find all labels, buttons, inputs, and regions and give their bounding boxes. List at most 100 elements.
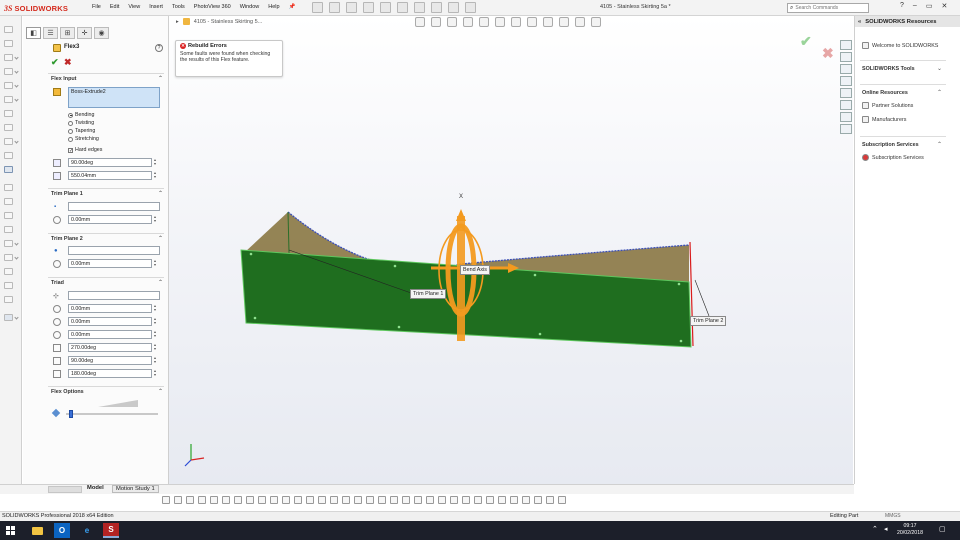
intersect-tool-icon[interactable] — [450, 496, 458, 504]
save-icon[interactable] — [363, 2, 374, 13]
stretching-radio[interactable]: Stretching — [68, 136, 99, 142]
split-tool-icon[interactable] — [426, 496, 434, 504]
units-selector[interactable]: MMGS — [885, 513, 901, 519]
accuracy-slider-track[interactable] — [66, 413, 158, 415]
flex-tool-icon[interactable] — [486, 496, 494, 504]
twisting-radio[interactable]: Twisting — [68, 120, 94, 126]
curves-tool-icon[interactable] — [366, 496, 374, 504]
search-input[interactable] — [795, 5, 856, 11]
chamfer-tool-icon[interactable] — [246, 496, 254, 504]
line-icon[interactable] — [4, 54, 13, 61]
convert-entities-icon[interactable] — [4, 198, 13, 205]
appearances-tab-icon[interactable] — [840, 88, 852, 98]
rib-tool-icon[interactable] — [270, 496, 278, 504]
flex-icon[interactable] — [4, 166, 13, 173]
hole-tool-icon[interactable] — [318, 496, 326, 504]
file-properties-icon[interactable] — [448, 2, 459, 13]
fillet-tool-icon[interactable] — [234, 496, 242, 504]
fold-tool-icon[interactable] — [534, 496, 542, 504]
select-tool-icon[interactable] — [162, 496, 170, 504]
scale-tool-icon[interactable] — [474, 496, 482, 504]
triad-reference[interactable] — [68, 291, 160, 300]
angle-spinner[interactable]: ▴ ▾ — [154, 158, 158, 167]
subscription-services-link[interactable]: Subscription Services — [862, 154, 924, 161]
triad-rot-y-spinner[interactable]: ▴ ▾ — [154, 356, 158, 365]
triad-y-field[interactable]: 0.00mm — [68, 317, 152, 326]
options-icon[interactable] — [465, 2, 476, 13]
model-viewport[interactable] — [169, 16, 853, 484]
design-library-tab-icon[interactable] — [840, 52, 852, 62]
triad-z-field[interactable]: 0.00mm — [68, 330, 152, 339]
fillet-sketch-icon[interactable] — [4, 138, 13, 145]
cancel-button[interactable]: ✖ — [64, 57, 72, 68]
trim-plane-1-offset[interactable]: 0.00mm — [68, 215, 152, 224]
instant2d-icon[interactable] — [4, 314, 13, 321]
trim-plane-1-spinner[interactable]: ▴ ▾ — [154, 215, 158, 224]
triad-rot-x-field[interactable]: 270.00deg — [68, 343, 152, 352]
feature-manager-tab-icon[interactable]: ◧ — [26, 27, 41, 39]
view-palette-tab-icon[interactable] — [840, 76, 852, 86]
revolve-tool-icon[interactable] — [198, 496, 206, 504]
draft-tool-icon[interactable] — [282, 496, 290, 504]
partner-solutions-link[interactable]: Partner Solutions — [862, 102, 913, 109]
linear-pattern-icon[interactable] — [4, 240, 13, 247]
file-explorer-icon[interactable] — [29, 523, 45, 538]
notifications-icon[interactable]: ▢ — [939, 525, 946, 533]
shell-tool-icon[interactable] — [258, 496, 266, 504]
menu-edit[interactable]: Edit — [110, 4, 119, 10]
solidworks-forum-tab-icon[interactable] — [840, 112, 852, 122]
edge-app-icon[interactable]: e — [79, 523, 95, 538]
quick-snaps-icon[interactable] — [4, 296, 13, 303]
select-icon[interactable] — [414, 2, 425, 13]
pm-help-button[interactable]: ? — [155, 44, 163, 52]
wrap-tool-icon[interactable] — [330, 496, 338, 504]
collapse-icon[interactable]: ⌃ — [158, 235, 163, 242]
repair-sketch-icon[interactable] — [4, 282, 13, 289]
bending-radio[interactable]: Bending — [68, 112, 94, 118]
triad-rot-x-spinner[interactable]: ▴ ▾ — [154, 343, 158, 352]
tools-heading[interactable]: SOLIDWORKS Tools — [862, 66, 915, 72]
reference-geometry-icon[interactable] — [354, 496, 362, 504]
chevron-down-icon[interactable]: ⌄ — [937, 65, 942, 72]
cut-tool-icon[interactable] — [558, 496, 566, 504]
dome-tool-icon[interactable] — [342, 496, 350, 504]
angle-field[interactable]: 90.00deg — [68, 158, 152, 167]
spline-icon[interactable] — [4, 110, 13, 117]
subscription-heading[interactable]: Subscription Services — [862, 142, 919, 148]
clock[interactable]: 09:17 20/02/2018 — [897, 523, 923, 537]
trim-plane-2-reference[interactable] — [68, 246, 160, 255]
tab-model[interactable]: Model — [87, 485, 104, 491]
delete-body-icon[interactable] — [462, 496, 470, 504]
network-icon[interactable]: ⌃ — [872, 525, 878, 533]
rectangle-icon[interactable] — [4, 68, 13, 75]
move-copy-body-icon[interactable] — [414, 496, 422, 504]
outlook-app-icon[interactable]: O — [54, 523, 70, 538]
feature-tool-icon[interactable] — [174, 496, 182, 504]
dimxpert-tab-icon[interactable]: ✛ — [77, 27, 92, 39]
menu-window[interactable]: Window — [240, 4, 260, 10]
pin-icon[interactable]: 📌 — [289, 4, 296, 10]
section-tool-icon[interactable] — [402, 496, 410, 504]
triad-rot-z-spinner[interactable]: ▴ ▾ — [154, 369, 158, 378]
collapse-icon[interactable]: ⌃ — [158, 190, 163, 197]
menu-help[interactable]: Help — [268, 4, 279, 10]
radius-field[interactable]: 550.04mm — [68, 171, 152, 180]
3dexperience-tab-icon[interactable] — [840, 124, 852, 134]
menu-tools[interactable]: Tools — [172, 4, 185, 10]
tab-motion-study[interactable]: Motion Study 1 — [112, 485, 159, 493]
circle-icon[interactable] — [4, 82, 13, 89]
menu-insert[interactable]: Insert — [149, 4, 163, 10]
close-button[interactable]: ✕ — [941, 2, 947, 10]
tapering-radio[interactable]: Tapering — [68, 128, 95, 134]
search-box[interactable]: ⌕ — [787, 3, 869, 13]
indent-tool-icon[interactable] — [510, 496, 518, 504]
triad-y-spinner[interactable]: ▴ ▾ — [154, 317, 158, 326]
manufacturers-link[interactable]: Manufacturers — [862, 116, 906, 123]
trim-plane-2-offset[interactable]: 0.00mm — [68, 259, 152, 268]
combine-tool-icon[interactable] — [438, 496, 446, 504]
extrude-tool-icon[interactable] — [186, 496, 194, 504]
triad-x-field[interactable]: 0.00mm — [68, 304, 152, 313]
welcome-link[interactable]: Welcome to SOLIDWORKS — [862, 42, 938, 49]
menu-file[interactable]: File — [92, 4, 101, 10]
pattern-tool-icon[interactable] — [306, 496, 314, 504]
